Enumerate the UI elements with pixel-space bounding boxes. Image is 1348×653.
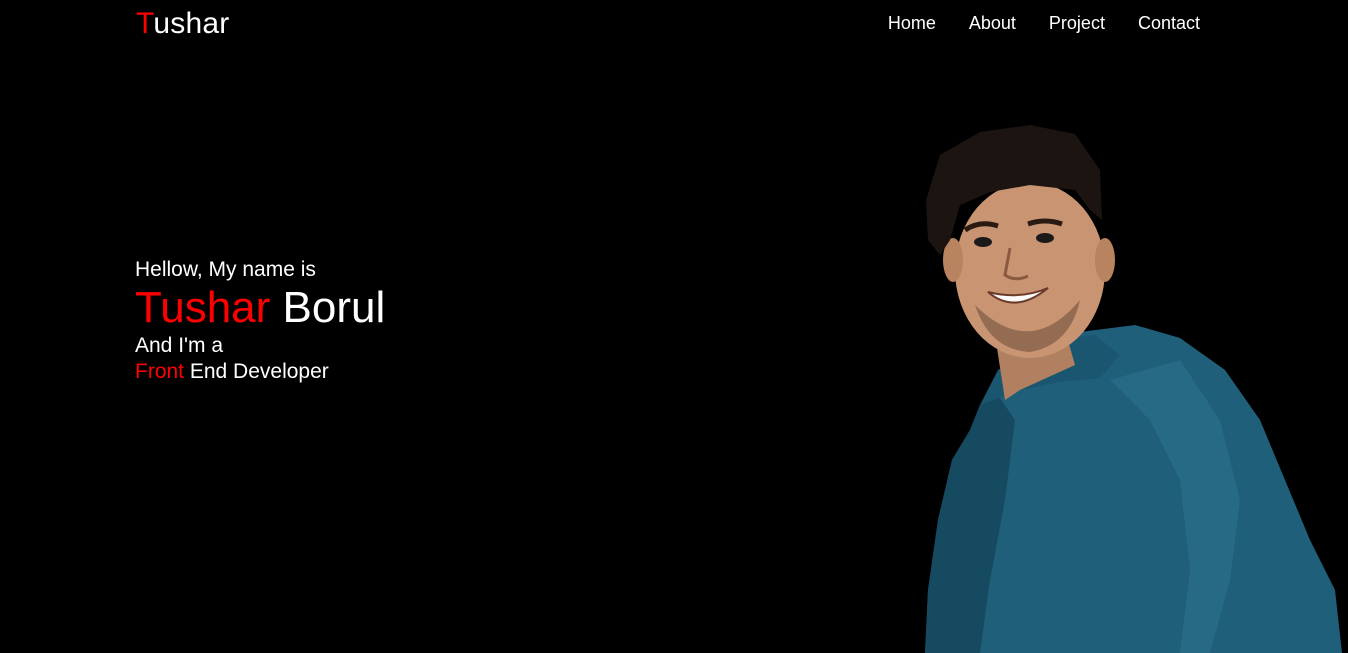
hero-role-intro: And I'm a xyxy=(135,334,224,357)
nav-link-about[interactable]: About xyxy=(969,13,1016,33)
logo-text: ushar xyxy=(153,7,230,40)
hero-role-highlight: Front xyxy=(135,360,185,383)
hero-intro: Hellow, My name is Tushar Borul And I'm … xyxy=(135,256,385,385)
hero-greeting: Hellow, My name is xyxy=(135,258,316,281)
nav-item-about: About xyxy=(969,12,1016,34)
hero-role: Front End Developer xyxy=(135,359,385,385)
profile-photo xyxy=(925,125,1342,653)
page: Tushar Home About Project Contact Hellow… xyxy=(0,0,1348,653)
hero-name: Tushar Borul xyxy=(135,283,385,333)
hero-last-name: Borul xyxy=(282,283,386,332)
nav-item-project: Project xyxy=(1049,12,1105,34)
navbar: Tushar Home About Project Contact xyxy=(0,0,1348,48)
logo-accent-letter: T xyxy=(136,7,154,40)
hero-first-name: Tushar xyxy=(135,283,271,332)
nav-item-contact: Contact xyxy=(1138,12,1200,34)
nav-link-project[interactable]: Project xyxy=(1049,13,1105,33)
nav-menu: Home About Project Contact xyxy=(888,12,1200,34)
hero-role-rest: End Developer xyxy=(189,360,329,383)
nav-link-home[interactable]: Home xyxy=(888,13,936,33)
right-ear xyxy=(1095,238,1115,282)
site-logo[interactable]: Tushar xyxy=(136,6,229,42)
nav-link-contact[interactable]: Contact xyxy=(1138,13,1200,33)
right-eye xyxy=(1036,233,1054,243)
nav-item-home: Home xyxy=(888,12,936,34)
left-eye xyxy=(974,237,992,247)
